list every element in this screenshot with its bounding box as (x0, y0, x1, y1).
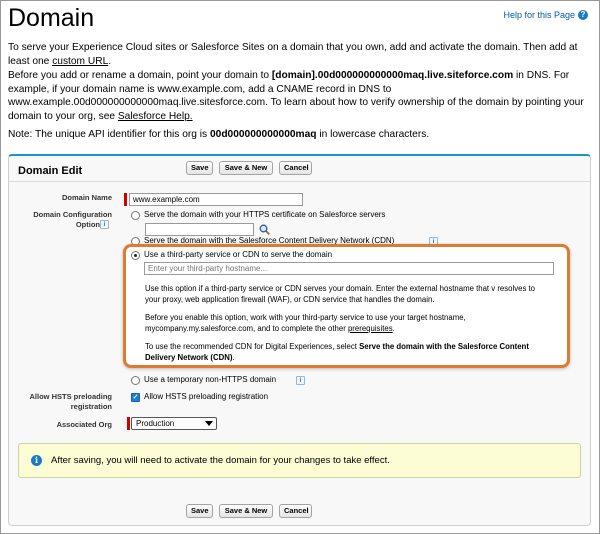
custom-url-link[interactable]: custom URL (52, 56, 108, 67)
help-link[interactable]: Help for this Page ? (503, 10, 588, 20)
page-title: Domain (8, 4, 95, 32)
desc-3-text: To use the recommended CDN for Digital E… (145, 342, 360, 351)
cancel-button-top[interactable]: Cancel (279, 161, 312, 175)
config-option-label-1: Domain Configuration (33, 210, 112, 219)
chevron-down-icon (205, 421, 213, 426)
non-https-option-label: Use a temporary non-HTTPS domain (144, 375, 277, 384)
associated-org-value: Production (136, 419, 175, 428)
dns-target: [domain].00d000000000000maq.live.sitefor… (271, 70, 514, 81)
help-icon[interactable]: ? (578, 10, 588, 20)
info-icon: i (31, 455, 42, 466)
note-text-end: in lowercase characters. (316, 129, 430, 140)
dns-text: Before you add or rename a domain, point… (8, 70, 272, 81)
third-party-description-1: Use this option if a third-party service… (145, 284, 536, 304)
domain-name-input[interactable]: www.example.com (129, 193, 303, 206)
note-text: Note: The unique API identifier for this… (8, 129, 210, 140)
third-party-description-2: Before you enable this option, work with… (145, 312, 549, 334)
save-new-button-bottom[interactable]: Save & New (219, 504, 273, 518)
notice-text: After saving, you will need to activate … (51, 455, 390, 466)
radio-third-party-option[interactable] (131, 251, 140, 260)
radio-non-https-option[interactable] (131, 376, 140, 385)
hsts-label-1: Allow HSTS preloading (29, 392, 112, 401)
certificate-input[interactable] (145, 223, 254, 236)
hsts-label-2: registration (70, 402, 112, 411)
intro-text-end: . (108, 55, 112, 67)
associated-org-select[interactable]: Production (131, 417, 217, 430)
org-required-indicator (127, 417, 130, 430)
help-link-label[interactable]: Help for this Page (503, 10, 575, 20)
dns-paragraph: Before you add or rename a domain, point… (8, 69, 593, 123)
section-divider (9, 181, 590, 182)
org-api-id: 00d000000000000maq (209, 129, 317, 140)
domain-name-label: Domain Name (61, 193, 112, 202)
salesforce-help-link[interactable]: Salesforce Help. (118, 111, 193, 122)
associated-org-label: Associated Org (56, 420, 112, 429)
hsts-checkbox[interactable]: ✓ (131, 393, 140, 402)
https-option-label: Serve the domain with your HTTPS certifi… (144, 210, 386, 219)
desc-3-end: . (232, 353, 235, 362)
required-indicator (124, 193, 127, 206)
note-paragraph: Note: The unique API identifier for this… (8, 128, 593, 142)
save-button-bottom[interactable]: Save (186, 504, 213, 518)
intro-paragraph: To serve your Experience Cloud sites or … (8, 41, 593, 68)
lookup-icon[interactable] (259, 224, 270, 235)
non-https-info-icon[interactable]: i (296, 376, 305, 385)
cancel-button-bottom[interactable]: Cancel (279, 504, 312, 518)
radio-https-option[interactable] (131, 211, 140, 220)
save-button-top[interactable]: Save (186, 161, 213, 175)
hsts-option-label: Allow HSTS preloading registration (144, 392, 269, 401)
section-title: Domain Edit (18, 165, 83, 177)
save-new-button-top[interactable]: Save & New (219, 161, 273, 175)
desc-2-end: . (392, 324, 395, 333)
config-option-label-2: Option (75, 220, 100, 229)
prerequisites-link[interactable]: prerequisites (348, 324, 393, 333)
activation-notice: i After saving, you will need to activat… (18, 443, 581, 478)
third-party-description-3: To use the recommended CDN for Digital E… (145, 341, 549, 363)
third-party-option-label: Use a third-party service or CDN to serv… (144, 250, 333, 259)
third-party-hostname-input[interactable]: Enter your third-party hostname... (144, 262, 554, 275)
config-info-icon[interactable]: i (100, 220, 109, 229)
desc-2-text: Before you enable this option, work with… (145, 313, 466, 333)
